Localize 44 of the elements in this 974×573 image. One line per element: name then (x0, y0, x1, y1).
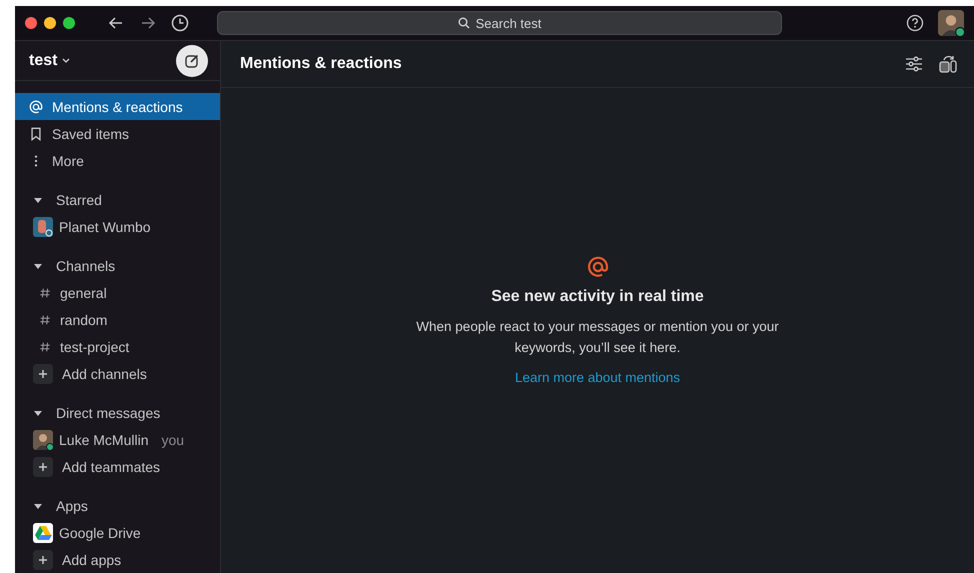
section-header[interactable]: Direct messages (15, 399, 220, 426)
page-title: Mentions & reactions (240, 55, 402, 73)
add-item[interactable]: Add teammates (15, 453, 220, 480)
channel-item[interactable]: test-project (15, 333, 220, 360)
bookmark-icon (29, 126, 43, 140)
compose-button[interactable] (176, 44, 208, 76)
triangle-logo-icon (33, 522, 53, 542)
add-item[interactable]: Add apps (15, 546, 220, 573)
avatar-icon (938, 10, 964, 36)
channel-item[interactable]: general (15, 279, 220, 306)
rotate-device-icon[interactable] (938, 54, 958, 74)
hash-icon (39, 340, 51, 352)
minimize-icon[interactable] (44, 17, 56, 29)
hash-icon (39, 286, 51, 298)
compose-icon (184, 52, 200, 68)
nav-item[interactable]: Mentions & reactions (15, 93, 220, 120)
nav-item[interactable]: Saved items (15, 120, 220, 147)
workspace-name[interactable]: test (29, 52, 70, 70)
direct-message-item[interactable]: Luke McMullin you (15, 426, 220, 453)
app-item[interactable]: Google Drive (15, 519, 220, 546)
add-item[interactable]: Add channels (15, 360, 220, 387)
empty-state-description: When people react to your messages or mention you or your keywords, you’ll see it here. (415, 318, 780, 357)
help-icon[interactable] (906, 14, 924, 32)
chevron-down-icon (62, 58, 70, 64)
avatar-icon (33, 430, 53, 450)
at-sign-icon (29, 100, 43, 114)
section-header[interactable]: Apps (15, 492, 220, 519)
hash-icon (39, 314, 51, 326)
zoom-icon[interactable] (63, 17, 75, 29)
section-header[interactable]: Channels (15, 252, 220, 279)
you-label: you (161, 432, 184, 448)
close-icon[interactable] (25, 17, 37, 29)
starred-item[interactable]: Planet Wumbo (15, 213, 220, 240)
channel-item[interactable]: random (15, 306, 220, 333)
history-clock-icon[interactable] (171, 14, 189, 32)
search-icon (458, 17, 470, 29)
learn-more-link[interactable]: Learn more about mentions (514, 370, 680, 385)
section-header[interactable]: Starred (15, 186, 220, 213)
nav-item[interactable]: More (15, 147, 220, 174)
empty-state-heading: See new activity in real time (491, 288, 704, 306)
search-field[interactable]: Search test (217, 11, 782, 35)
at-sign-icon (586, 256, 608, 278)
sliders-icon[interactable] (904, 54, 924, 74)
group-avatar-icon (33, 216, 53, 236)
